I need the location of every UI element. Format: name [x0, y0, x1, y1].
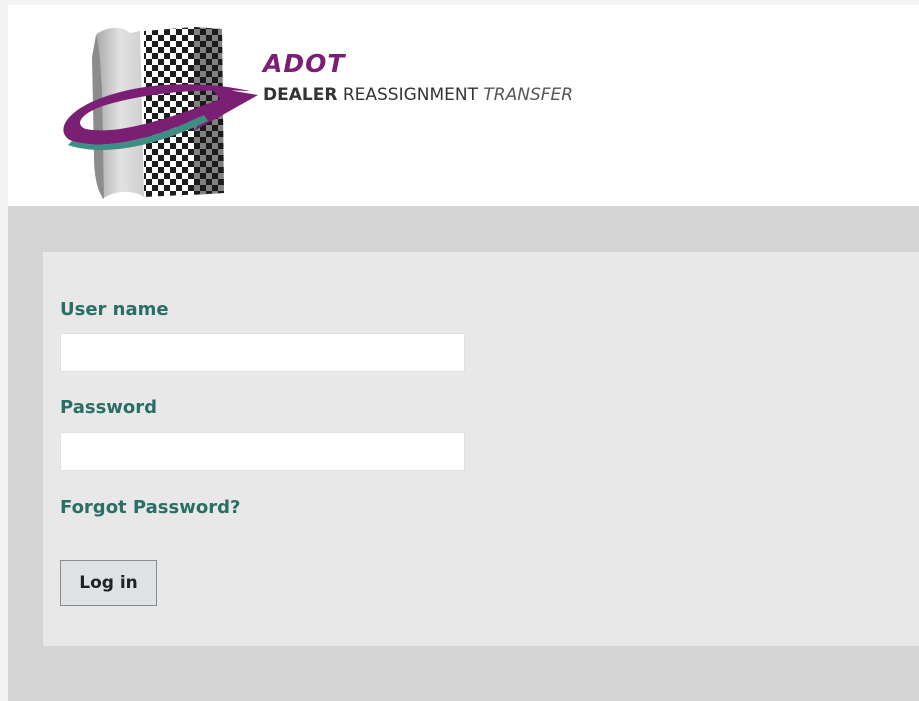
site-header: ADOT DEALER REASSIGNMENT TRANSFER [8, 5, 919, 206]
forgot-password-link[interactable]: Forgot Password? [60, 497, 240, 518]
page: ADOT DEALER REASSIGNMENT TRANSFER User n… [8, 5, 919, 701]
dealer-reassignment-logo-icon [63, 27, 259, 199]
login-panel: User name Password Forgot Password? Log … [43, 252, 919, 646]
brand-tagline-dealer: DEALER [263, 85, 338, 105]
brand-tagline: DEALER REASSIGNMENT TRANSFER [263, 85, 573, 105]
username-label: User name [60, 299, 169, 320]
brand-tagline-reassignment: REASSIGNMENT [342, 85, 479, 105]
login-button[interactable]: Log in [60, 560, 157, 606]
password-input[interactable] [60, 432, 465, 471]
brand-acronym: ADOT [263, 49, 346, 78]
username-input[interactable] [60, 333, 465, 372]
password-label: Password [60, 397, 158, 418]
brand-tagline-transfer: TRANSFER [483, 85, 574, 105]
